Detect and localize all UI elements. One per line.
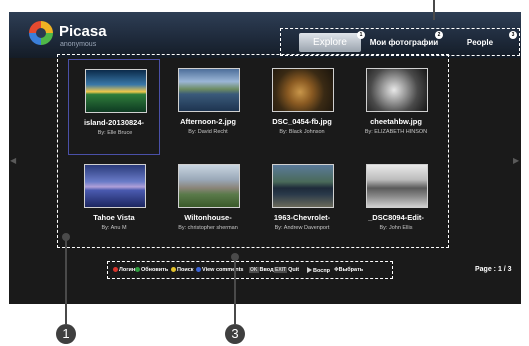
- photo-tile[interactable]: Tahoe Vista By: Anu M: [68, 155, 160, 251]
- search-hint[interactable]: Поиск: [171, 267, 194, 273]
- photo-author: By: Andrew Davenport: [274, 225, 330, 231]
- login-hint[interactable]: Логин: [113, 267, 135, 273]
- tab-people[interactable]: People 3: [447, 31, 517, 52]
- house-photo: [178, 164, 240, 208]
- photo-author: By: Anu M: [101, 225, 127, 231]
- callout-number: 1: [56, 324, 76, 344]
- photo-author: By: christopher sherman: [178, 225, 238, 231]
- lake-photo: [178, 68, 240, 112]
- scroll-right-icon[interactable]: ▶: [513, 156, 519, 165]
- photo-title: cheetahbw.jpg: [370, 117, 422, 126]
- car-photo: [272, 164, 334, 208]
- photo-tile[interactable]: Wiltonhouse- By: christopher sherman: [162, 155, 254, 251]
- photo-title: island-20130824-: [83, 118, 145, 127]
- yellow-button-icon: [171, 267, 176, 272]
- photo-tile[interactable]: cheetahbw.jpg By: ELIZABETH HINSON: [350, 59, 442, 155]
- blue-button-icon: [196, 267, 201, 272]
- play-hint[interactable]: Воспр: [307, 267, 330, 274]
- photo-title: Wiltonhouse-: [184, 213, 232, 222]
- photo-tile[interactable]: 1963-Chevrolet- By: Andrew Davenport: [256, 155, 348, 251]
- photo-tile[interactable]: DSC_0454-fb.jpg By: Black Johnson: [256, 59, 348, 155]
- tab-my-photos[interactable]: Мои фотографии 2: [369, 31, 443, 52]
- photo-author: By: Black Johnson: [279, 129, 325, 135]
- refresh-label: Обновить: [141, 267, 169, 273]
- photo-tile[interactable]: _DSC8094-Edit- By: John Ellis: [350, 155, 442, 251]
- tv-screen: Picasa anonymous Explore 1 Мои фотографи…: [9, 12, 521, 304]
- photo-author: By: John Ellis: [379, 225, 413, 231]
- tab-number-badge: 3: [509, 31, 517, 39]
- photo-title: DSC_0454-fb.jpg: [272, 117, 332, 126]
- photo-tile[interactable]: Afternoon-2.jpg By: David Recht: [162, 59, 254, 155]
- select-hint[interactable]: ✥Выбрать: [334, 267, 363, 273]
- photo-title: Afternoon-2.jpg: [180, 117, 236, 126]
- photo-title: Tahoe Vista: [93, 213, 135, 222]
- app-name: Picasa: [59, 23, 107, 40]
- callout-line: [234, 258, 236, 324]
- tab-explore[interactable]: Explore 1: [299, 31, 365, 52]
- search-label: Поиск: [177, 267, 194, 273]
- top-bar: Picasa anonymous Explore 1 Мои фотографи…: [9, 12, 521, 58]
- remote-help-bar: Логин Обновить Поиск View comments OK Вво…: [107, 261, 393, 279]
- ok-hint[interactable]: OK Ввод: [249, 267, 274, 273]
- pier-photo: [84, 164, 146, 208]
- tab-label: People: [466, 38, 494, 47]
- user-name: anonymous: [60, 41, 97, 48]
- play-icon: [307, 267, 312, 273]
- exit-label: Quit: [288, 267, 300, 273]
- lion-photo: [272, 68, 334, 112]
- login-label: Логин: [119, 267, 136, 273]
- photo-title: 1963-Chevrolet-: [273, 213, 331, 222]
- photo-author: By: David Recht: [188, 129, 228, 135]
- ok-label: Ввод: [259, 267, 274, 273]
- tab-bar: Explore 1 Мои фотографии 2 People 3: [280, 28, 520, 56]
- refresh-hint[interactable]: Обновить: [135, 267, 168, 273]
- forest-photo: [366, 164, 428, 208]
- photo-tile[interactable]: island-20130824- By: Elle Bruce: [68, 59, 160, 155]
- comments-hint[interactable]: View comments: [196, 267, 243, 273]
- cheetah-photo: [366, 68, 428, 112]
- page-indicator: Page : 1 / 3: [475, 266, 512, 273]
- tab-label: Explore: [313, 37, 347, 48]
- comments-label: View comments: [202, 267, 244, 273]
- select-label: Выбрать: [338, 267, 364, 273]
- photo-author: By: Elle Bruce: [97, 130, 133, 136]
- scroll-left-icon[interactable]: ◀: [10, 156, 16, 165]
- tab-number-badge: 2: [435, 31, 443, 39]
- ok-key-icon: OK: [249, 267, 259, 273]
- red-button-icon: [113, 267, 118, 272]
- exit-hint[interactable]: EXIT Quit: [274, 267, 299, 273]
- callout-line: [433, 0, 435, 20]
- green-button-icon: [135, 267, 140, 272]
- picasa-logo-icon: [29, 21, 53, 45]
- play-label: Воспр: [313, 268, 330, 274]
- callout-line: [65, 238, 67, 324]
- tab-label: Мои фотографии: [369, 38, 439, 47]
- callout-number: 3: [225, 324, 245, 344]
- photo-grid: island-20130824- By: Elle Bruce Afternoo…: [57, 54, 449, 248]
- island-photo: [85, 69, 147, 113]
- photo-title: _DSC8094-Edit-: [368, 213, 424, 222]
- exit-key-icon: EXIT: [274, 267, 288, 273]
- photo-author: By: ELIZABETH HINSON: [364, 129, 428, 135]
- tab-number-badge: 1: [357, 31, 365, 39]
